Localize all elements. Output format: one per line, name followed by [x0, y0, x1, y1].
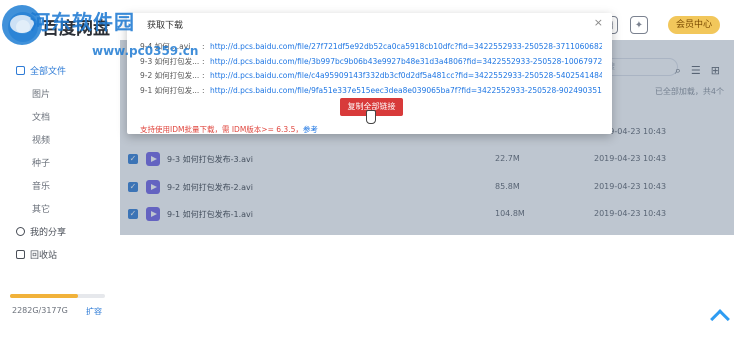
link-file-name: 9-2 如何打包发...	[140, 71, 200, 80]
sidebar-item-label: 回收站	[30, 251, 58, 261]
shirt-icon[interactable]: ✦	[630, 16, 648, 34]
hand-cursor-icon	[366, 110, 376, 124]
sidebar-item-videos[interactable]: 视频	[32, 133, 50, 146]
trash-icon	[16, 250, 25, 259]
sidebar-item-label: 我的分享	[30, 228, 67, 238]
sidebar-item-images[interactable]: 图片	[32, 87, 50, 100]
sidebar-item-label: 种子	[32, 159, 51, 169]
sidebar-item-recycle-bin[interactable]: 回收站	[16, 248, 57, 261]
watermark: 河东软件园 www.pc0359.cn	[0, 0, 210, 68]
sidebar-item-label: 音乐	[32, 182, 51, 192]
download-link[interactable]: http://d.pcs.baidu.com/file/9fa51e337e51…	[210, 84, 602, 99]
sidebar-item-torrents[interactable]: 种子	[32, 156, 50, 169]
watermark-url: www.pc0359.cn	[92, 44, 199, 58]
share-icon	[16, 227, 25, 236]
download-link-row: 9-2 如何打包发... : http://d.pcs.baidu.com/fi…	[140, 69, 602, 84]
download-link[interactable]: http://d.pcs.baidu.com/file/3b997bc9b06b…	[210, 55, 602, 70]
sidebar-item-label: 视频	[32, 136, 51, 146]
download-link[interactable]: http://d.pcs.baidu.com/file/27f721df5e92…	[210, 40, 602, 55]
storage-text: 2282G/3177G	[12, 306, 68, 315]
close-icon[interactable]: ×	[594, 16, 603, 29]
sidebar-item-label: 文档	[32, 113, 51, 123]
idm-note: 支持使用IDM批量下载，需 IDM版本>= 6.3.5，参考	[140, 124, 318, 135]
sidebar-item-label: 其它	[32, 205, 51, 215]
reference-link[interactable]: 参考	[303, 125, 318, 134]
watermark-text: 河东软件园	[30, 10, 135, 34]
sidebar-item-music[interactable]: 音乐	[32, 179, 50, 192]
expand-storage-link[interactable]: 扩容	[86, 306, 102, 317]
idm-note-text: 支持使用IDM批量下载，需 IDM版本>= 6.3.5，	[140, 125, 303, 134]
vip-center-button[interactable]: 会员中心	[667, 16, 720, 34]
sidebar-item-my-shares[interactable]: 我的分享	[16, 225, 66, 238]
baidu-netdisk-window: 百度网盘 ♫ ▤ ✦ 会员中心 全部文件 图片 文档 视频 种子 音乐 其它	[0, 0, 734, 339]
download-link[interactable]: http://d.pcs.baidu.com/file/c4a95909143f…	[210, 69, 602, 84]
sidebar-item-documents[interactable]: 文档	[32, 110, 50, 123]
link-separator: :	[202, 71, 205, 80]
link-file-name: 9-1 如何打包发...	[140, 85, 200, 95]
storage-bar	[10, 294, 105, 298]
sidebar-item-label: 图片	[32, 90, 51, 100]
sidebar-item-other[interactable]: 其它	[32, 202, 50, 215]
download-link-row: 9-1 如何打包发... : http://d.pcs.baidu.com/fi…	[140, 84, 602, 99]
back-to-top-icon[interactable]	[710, 306, 728, 324]
storage-bar-fill	[10, 294, 79, 298]
link-separator: :	[202, 85, 205, 95]
